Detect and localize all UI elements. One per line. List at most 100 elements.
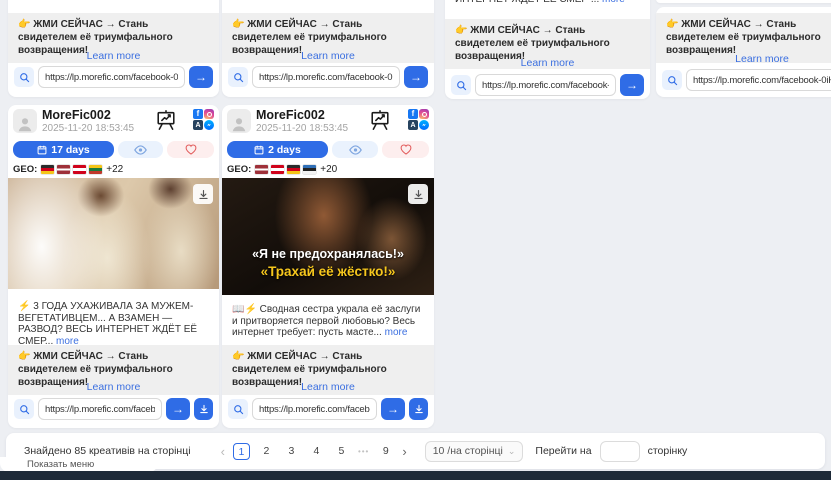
page-button-current[interactable]: 1 [233, 443, 250, 460]
learn-more: Learn more [656, 53, 831, 65]
advertiser-avatar [13, 109, 37, 133]
ad-card-top-2: ИНТЕРНЕТ ЖДЁТ ЕЁ СМЕР... more 👉 ЖМИ СЕЙЧ… [222, 0, 434, 97]
landing-url-input[interactable] [38, 66, 185, 88]
search-icon [19, 404, 30, 415]
download-icon [199, 404, 209, 414]
learn-more-link[interactable]: Learn more [301, 381, 355, 393]
download-image-button[interactable] [408, 184, 428, 204]
download-icon [413, 189, 424, 200]
page-button[interactable]: 2 [258, 443, 275, 460]
page-button-last[interactable]: 9 [377, 443, 394, 460]
learn-more: Learn more [8, 381, 219, 393]
page-button[interactable]: 3 [283, 443, 300, 460]
learn-more-link[interactable]: Learn more [521, 57, 575, 69]
next-page-button[interactable]: › [398, 443, 410, 460]
days-active-button[interactable]: 2 days [227, 141, 328, 158]
goto-page-label: Перейти на [535, 445, 591, 457]
geo-label: GEO: [13, 164, 37, 175]
favorite-button[interactable] [382, 141, 429, 158]
download-creative-button[interactable] [194, 398, 213, 420]
open-url-button[interactable]: → [189, 66, 213, 88]
placements: f A [408, 109, 429, 130]
creative-timestamp: 2025-11-20 18:53:45 [42, 123, 134, 134]
ad-description: 📖⚡ Сводная сестра украла её заслуги и пр… [232, 304, 424, 339]
learn-more-link[interactable]: Learn more [301, 50, 355, 62]
flag-at-icon [271, 165, 284, 174]
views-button[interactable] [118, 141, 163, 158]
more-link[interactable]: more [602, 0, 625, 5]
flag-ee-icon [303, 165, 316, 174]
views-button[interactable] [332, 141, 378, 158]
geo-extra-count: +20 [320, 164, 337, 175]
heart-icon [185, 144, 197, 155]
search-url-button[interactable] [228, 67, 248, 87]
show-menu-button[interactable]: Показать меню [0, 457, 158, 472]
arrow-right-icon: → [626, 78, 638, 92]
person-icon [16, 115, 34, 133]
search-url-button[interactable] [14, 67, 34, 87]
download-image-button[interactable] [193, 184, 213, 204]
calendar-icon [254, 145, 264, 155]
open-url-button[interactable]: → [166, 398, 190, 420]
days-active-label: 2 days [268, 144, 301, 156]
prev-page-button[interactable]: ‹ [217, 443, 229, 460]
landing-url-input[interactable] [38, 398, 162, 420]
open-url-button[interactable]: → [620, 74, 644, 96]
flag-lv-icon [57, 165, 70, 174]
search-url-button[interactable] [451, 75, 471, 95]
messenger-icon [419, 120, 429, 130]
search-url-button[interactable] [662, 70, 682, 90]
pagination-ellipsis[interactable]: ••• [358, 447, 369, 456]
eye-icon [349, 145, 362, 155]
open-url-button[interactable]: → [404, 66, 428, 88]
chevron-down-icon: ⌄ [508, 447, 516, 456]
eye-icon [134, 145, 147, 155]
creative-timestamp: 2025-11-20 18:53:45 [256, 123, 348, 134]
page-size-select[interactable]: 10 /на сторінці ⌄ [425, 441, 524, 462]
open-url-button[interactable]: → [381, 398, 405, 420]
creative-image: «Я не предохранялась!» «Трахай её жёстко… [222, 178, 434, 295]
goto-page-input[interactable] [600, 441, 640, 462]
learn-more-link[interactable]: Learn more [87, 50, 141, 62]
creative-card-2: MoreFic002 2025-11-20 18:53:45 f A 2 day… [222, 105, 434, 428]
search-url-button[interactable] [14, 399, 34, 419]
search-icon [456, 80, 467, 91]
creative-image [8, 178, 219, 289]
search-icon [667, 75, 678, 86]
search-icon [19, 72, 30, 83]
presentation-chart-icon [369, 109, 391, 131]
page-button[interactable]: 5 [333, 443, 350, 460]
more-link[interactable]: more [385, 327, 408, 338]
learn-more: Learn more [445, 57, 650, 69]
calendar-icon [37, 145, 47, 155]
instagram-icon [419, 109, 429, 119]
search-url-button[interactable] [228, 399, 248, 419]
landing-url-input[interactable] [475, 74, 616, 96]
url-row: → [228, 398, 428, 420]
arrow-right-icon: → [410, 70, 422, 84]
page-button[interactable]: 4 [308, 443, 325, 460]
audience-network-icon: A [408, 120, 418, 130]
arrow-right-icon: → [387, 402, 399, 416]
learn-more-link[interactable]: Learn more [735, 53, 789, 65]
ad-card-top-1: ИНТЕРНЕТ ЖДЁТ ЕЁ СМЕР... more 👉 ЖМИ СЕЙЧ… [8, 0, 219, 97]
advertiser-avatar [227, 109, 251, 133]
url-row: → [228, 66, 428, 88]
bottom-strip [0, 471, 831, 480]
days-active-button[interactable]: 17 days [13, 141, 114, 158]
preview-button[interactable] [369, 109, 391, 131]
preview-button[interactable] [155, 109, 177, 131]
download-icon [198, 189, 209, 200]
facebook-icon: f [408, 109, 418, 119]
favorite-button[interactable] [167, 141, 214, 158]
url-row: → [14, 66, 213, 88]
download-creative-button[interactable] [409, 398, 428, 420]
geo-row: GEO: +22 [13, 164, 123, 174]
learn-more: Learn more [222, 50, 434, 62]
landing-url-input[interactable] [686, 69, 831, 91]
learn-more-link[interactable]: Learn more [87, 381, 141, 393]
landing-url-input[interactable] [252, 66, 400, 88]
arrow-right-icon: → [172, 402, 184, 416]
landing-url-input[interactable] [252, 398, 377, 420]
flag-de-icon [41, 165, 54, 174]
